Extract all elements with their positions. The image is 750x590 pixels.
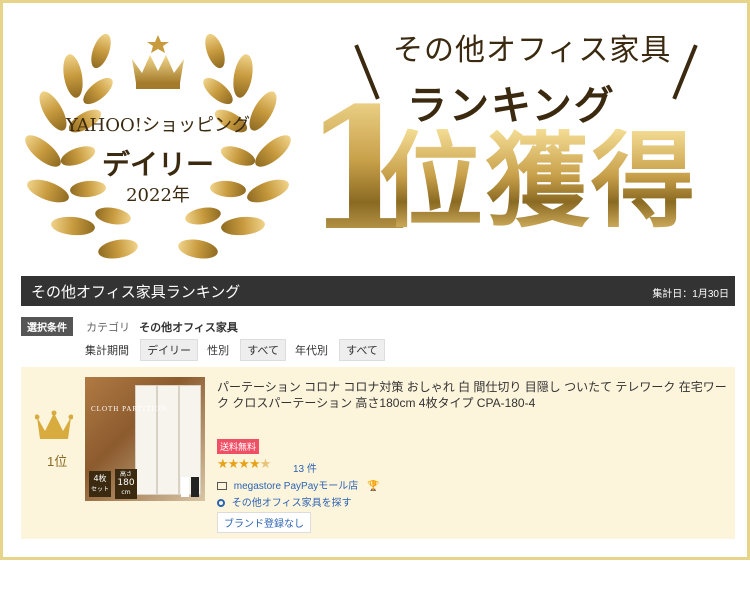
crown-icon [132,35,184,89]
headline-category: その他オフィス家具 [393,33,672,68]
gender-label: 性別 [207,345,230,357]
store-row[interactable]: megastore PayPayモール店 🏆 [217,477,380,492]
period-label: 集計期間 [85,345,129,357]
slash-right [672,44,698,100]
gender-chip[interactable]: すべて [240,339,286,361]
age-label: 年代別 [295,345,329,357]
thumb-badge-sheets-set: セット [90,486,109,493]
ranking-banner: YAHOO!ショッピング デイリー 2022年 その他オフィス家具 ランキング … [0,0,750,560]
thumb-badge-height-value: 180 [117,478,135,488]
headline-result: 位獲得 [379,119,698,242]
thumb-color-white [181,477,189,497]
category-value[interactable]: その他オフィス家具 [139,322,238,334]
period-chip[interactable]: デイリー [140,339,199,361]
brand-button[interactable]: ブランド登録なし [217,512,311,533]
search-icon [217,499,225,508]
find-row[interactable]: その他オフィス家具を探す [217,494,352,509]
conditions-label: 選択条件 [21,317,73,336]
thumb-badge-sheets: 4枚 セット [89,471,111,497]
age-chip[interactable]: すべて [339,339,385,361]
find-link[interactable]: その他オフィス家具を探す [232,498,352,509]
category-label: カテゴリ [86,322,131,334]
ranking-date: 集計日：1月30日 [652,289,729,300]
thumb-color-black [191,477,199,497]
store-icon [217,482,227,491]
review-count[interactable]: 13 件 [293,460,317,475]
thumb-caption: CLOTH PARTITION [91,405,167,413]
ranking-item-card[interactable]: 1位 CLOTH PARTITION 4枚 セット 高さ 180 cm パーテー… [21,367,735,539]
ranking-title: その他オフィス家具ランキング [31,284,241,301]
product-title[interactable]: パーテーション コロナ コロナ対策 おしゃれ 白 間仕切り 目隠し ついたて テ… [217,379,727,411]
thumb-panel [157,385,179,495]
rating-stars: ★★★★★ [217,457,271,472]
free-shipping-badge: 送料無料 [217,439,260,454]
filter-row-category: 選択条件 カテゴリ その他オフィス家具 [21,317,238,336]
store-name[interactable]: megastore PayPayモール店 [234,481,359,492]
badge-yahoo-shopping: YAHOO!ショッピング [66,115,250,136]
rank-label: 1位 [47,454,68,469]
thumb-badge-height-unit: cm [121,489,131,496]
ranking-header-bar: その他オフィス家具ランキング 集計日：1月30日 [21,276,735,306]
badge-daily: デイリー [101,148,214,181]
thumb-panel [135,385,157,495]
thumb-badge-height: 高さ 180 cm [115,469,137,499]
rank-crown-icon [35,410,73,439]
thumb-badge-sheets-count: 4枚 [93,474,107,483]
badge-year: 2022年 [126,185,190,206]
filter-row-options: 集計期間 デイリー 性別 すべて 年代別 すべて [85,339,391,361]
product-thumbnail[interactable]: CLOTH PARTITION 4枚 セット 高さ 180 cm [85,377,205,501]
trophy-icon: 🏆 [367,481,380,492]
